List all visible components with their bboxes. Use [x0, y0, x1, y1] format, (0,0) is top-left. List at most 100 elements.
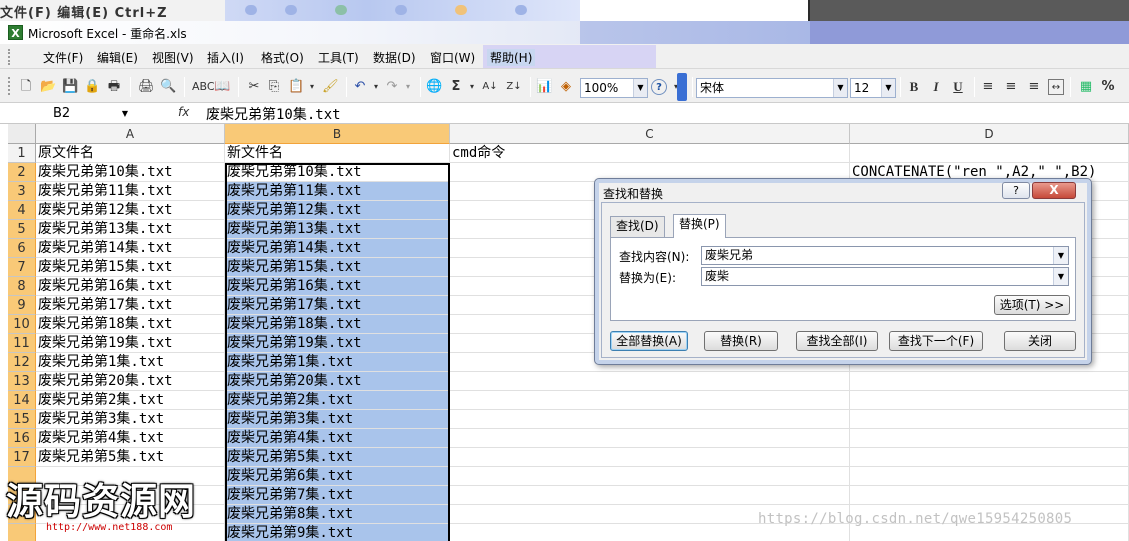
row-header[interactable]: 17	[8, 448, 36, 467]
autosum-dropdown-icon[interactable]: ▾	[464, 79, 480, 95]
find-all-button[interactable]: 查找全部(I)	[796, 331, 878, 351]
menu-window[interactable]: 窗口(W)	[430, 49, 475, 66]
cell-b[interactable]: 废柴兄弟第9集.txt	[225, 524, 450, 541]
menu-grip-handle[interactable]	[8, 49, 12, 65]
cell-d[interactable]	[850, 391, 1129, 410]
menu-tools[interactable]: 工具(T)	[318, 49, 359, 66]
format-painter-icon[interactable]: 🖌	[322, 79, 339, 95]
options-button[interactable]: 选项(T) >>	[994, 295, 1070, 315]
print-preview-icon[interactable]: 🔍	[160, 79, 176, 95]
cell-b[interactable]: 废柴兄弟第5集.txt	[225, 448, 450, 467]
cell-d[interactable]	[850, 467, 1129, 486]
cell-d[interactable]	[850, 372, 1129, 391]
redo-icon[interactable]: ↷	[384, 79, 400, 95]
cell-a[interactable]: 废柴兄弟第17集.txt	[36, 296, 225, 315]
row-header[interactable]: 7	[8, 258, 36, 277]
cell-a[interactable]: 废柴兄弟第15集.txt	[36, 258, 225, 277]
row-header[interactable]: 9	[8, 296, 36, 315]
find-next-button[interactable]: 查找下一个(F)	[889, 331, 983, 351]
cell-b[interactable]: 废柴兄弟第15集.txt	[225, 258, 450, 277]
cell-b[interactable]: 废柴兄弟第11集.txt	[225, 182, 450, 201]
zoom-combo[interactable]: 100% ▼	[580, 78, 648, 98]
align-left-icon[interactable]: ≡	[980, 79, 996, 95]
cell-a[interactable]: 废柴兄弟第5集.txt	[36, 448, 225, 467]
cell-c[interactable]	[450, 486, 850, 505]
toolbar-options-handle[interactable]	[677, 73, 687, 101]
font-name-combo[interactable]: 宋体 ▼	[696, 78, 848, 98]
zoom-dropdown-icon[interactable]: ▼	[633, 79, 647, 97]
formula-input[interactable]: 废柴兄弟第10集.txt	[206, 104, 341, 124]
row-header[interactable]: 12	[8, 353, 36, 372]
replace-with-input[interactable]: 废柴 ▼	[701, 267, 1069, 286]
research-icon[interactable]: 📖	[214, 79, 230, 95]
font-size-dropdown-icon[interactable]: ▼	[881, 79, 895, 97]
menu-data[interactable]: 数据(D)	[373, 49, 416, 66]
cell-c[interactable]	[450, 448, 850, 467]
cell-a[interactable]: 废柴兄弟第10集.txt	[36, 163, 225, 182]
cell-a[interactable]: 废柴兄弟第19集.txt	[36, 334, 225, 353]
column-header-b[interactable]: B	[225, 124, 450, 144]
cell-b[interactable]: 废柴兄弟第4集.txt	[225, 429, 450, 448]
row-header[interactable]: 10	[8, 315, 36, 334]
row-header[interactable]: 15	[8, 410, 36, 429]
copy-icon[interactable]: ⎘	[266, 79, 282, 95]
percent-button[interactable]: %	[1100, 79, 1116, 95]
cell-b[interactable]: 废柴兄弟第12集.txt	[225, 201, 450, 220]
cell-a[interactable]: 废柴兄弟第18集.txt	[36, 315, 225, 334]
cell-a[interactable]: 废柴兄弟第20集.txt	[36, 372, 225, 391]
cell-a[interactable]: 废柴兄弟第12集.txt	[36, 201, 225, 220]
cell-a[interactable]: 废柴兄弟第3集.txt	[36, 410, 225, 429]
cell-b[interactable]: 废柴兄弟第13集.txt	[225, 220, 450, 239]
cell-a[interactable]: 废柴兄弟第13集.txt	[36, 220, 225, 239]
cell-a[interactable]: 废柴兄弟第1集.txt	[36, 353, 225, 372]
row-header[interactable]: 11	[8, 334, 36, 353]
row-header[interactable]: 13	[8, 372, 36, 391]
cell-a[interactable]: 废柴兄弟第2集.txt	[36, 391, 225, 410]
menu-insert[interactable]: 插入(I)	[207, 49, 244, 66]
spelling-icon[interactable]: ABC	[192, 79, 215, 95]
cell-b[interactable]: 废柴兄弟第14集.txt	[225, 239, 450, 258]
excel-app-icon[interactable]: X	[8, 25, 23, 40]
drawing-icon[interactable]: ◈	[558, 79, 574, 95]
row-header[interactable]: 16	[8, 429, 36, 448]
cell-b[interactable]: 废柴兄弟第1集.txt	[225, 353, 450, 372]
row-header[interactable]: 4	[8, 201, 36, 220]
redo-dropdown-icon[interactable]: ▾	[400, 79, 416, 95]
sort-ascending-icon[interactable]: A↓	[482, 79, 498, 95]
paste-dropdown-icon[interactable]: ▾	[304, 79, 320, 95]
align-right-icon[interactable]: ≡	[1026, 79, 1042, 95]
permission-icon[interactable]: 🔒	[84, 79, 100, 95]
name-box[interactable]: B2 ▼	[8, 105, 130, 122]
menu-view[interactable]: 视图(V)	[152, 49, 194, 66]
cell-b[interactable]: 废柴兄弟第6集.txt	[225, 467, 450, 486]
cell-b[interactable]: 废柴兄弟第7集.txt	[225, 486, 450, 505]
print-icon[interactable]: 🖨	[138, 79, 155, 95]
replace-with-dropdown-icon[interactable]: ▼	[1053, 268, 1068, 285]
align-center-icon[interactable]: ≡	[1003, 79, 1019, 95]
dialog-close-button[interactable]: X	[1032, 182, 1076, 199]
dialog-help-button[interactable]: ?	[1002, 182, 1030, 199]
name-box-dropdown-icon[interactable]: ▼	[122, 105, 128, 122]
cell-b[interactable]: 废柴兄弟第20集.txt	[225, 372, 450, 391]
select-all-corner[interactable]	[8, 124, 36, 144]
find-what-input[interactable]: 废柴兄弟 ▼	[701, 246, 1069, 265]
cell-a[interactable]: 废柴兄弟第4集.txt	[36, 429, 225, 448]
hyperlink-icon[interactable]: 🌐	[426, 79, 442, 95]
font-name-dropdown-icon[interactable]: ▼	[833, 79, 847, 97]
cell-d[interactable]	[850, 486, 1129, 505]
sort-descending-icon[interactable]: Z↓	[506, 79, 522, 95]
merge-center-icon[interactable]: ↔	[1048, 79, 1064, 95]
cell-b[interactable]: 废柴兄弟第17集.txt	[225, 296, 450, 315]
tab-replace[interactable]: 替换(P)	[673, 214, 726, 238]
cell-c[interactable]	[450, 391, 850, 410]
title-bar[interactable]: X Microsoft Excel - 重命名.xls	[0, 21, 1129, 44]
underline-button[interactable]: U	[950, 79, 966, 95]
paste-icon[interactable]: 📋	[288, 79, 304, 95]
cell-c[interactable]	[450, 429, 850, 448]
row-header[interactable]: 6	[8, 239, 36, 258]
close-button[interactable]: 关闭	[1004, 331, 1076, 351]
replace-all-button[interactable]: 全部替换(A)	[610, 331, 688, 351]
save-icon[interactable]: 💾	[62, 79, 78, 95]
tab-find[interactable]: 查找(D)	[610, 216, 665, 237]
menu-edit[interactable]: 编辑(E)	[97, 49, 138, 66]
